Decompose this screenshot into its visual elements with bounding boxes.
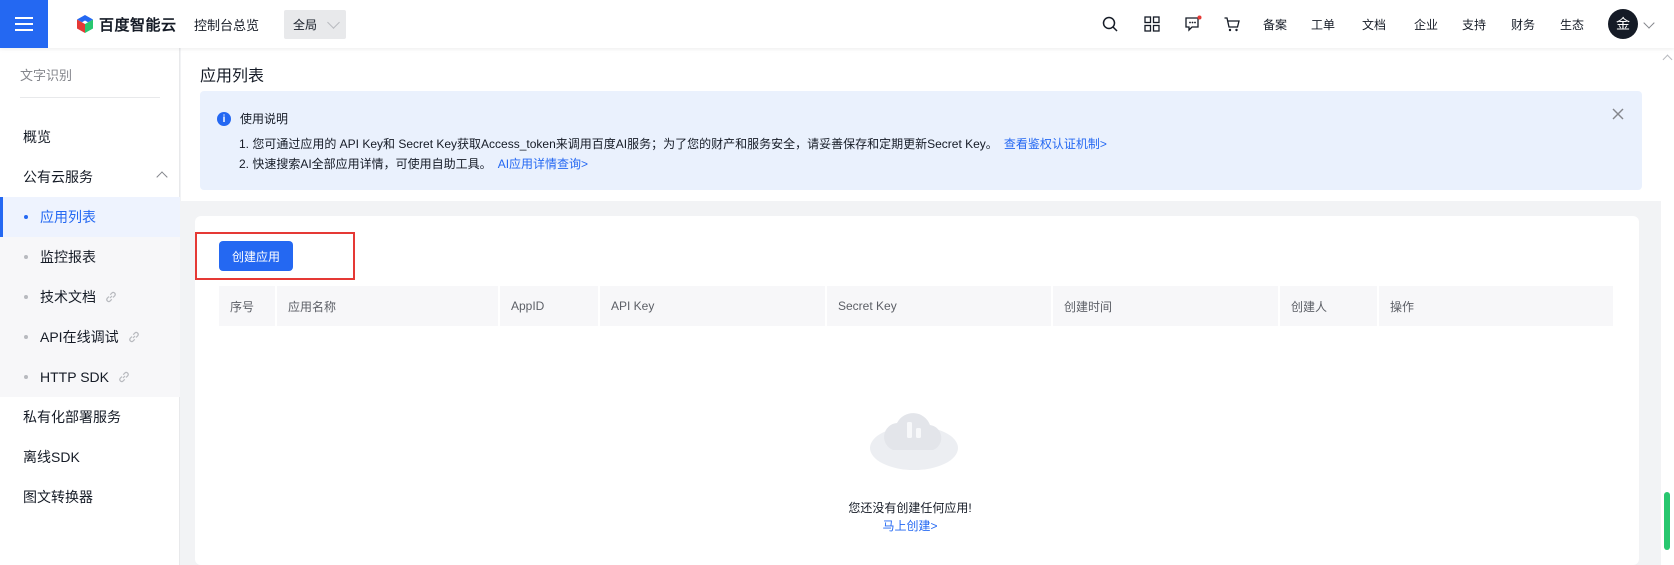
page-title: 应用列表	[200, 68, 265, 85]
region-value: 全局	[293, 18, 318, 32]
sidebar-item-converter[interactable]: 图文转换器	[0, 477, 180, 517]
cloud-cube-logo-icon	[77, 15, 93, 33]
sidebar-item-label: 监控报表	[40, 249, 96, 265]
sidebar-item-label: 概览	[23, 129, 51, 145]
column-header-actions: 操作	[1379, 286, 1613, 326]
sidebar-item-label: 公有云服务	[23, 169, 93, 185]
external-link-icon	[106, 291, 116, 303]
sidebar-item-monitoring[interactable]: 监控报表	[0, 237, 180, 277]
empty-state: 您还没有创建任何应用! 马上创建>	[780, 0, 1040, 565]
hamburger-icon	[15, 17, 33, 31]
external-link-icon	[119, 371, 129, 383]
sidebar-item-overview[interactable]: 概览	[0, 117, 180, 157]
notice-title: 使用说明	[240, 112, 289, 126]
sidebar-item-http-sdk[interactable]: HTTP SDK	[0, 357, 180, 397]
column-header-creator: 创建人	[1280, 286, 1377, 326]
page-scrollbar[interactable]	[1661, 48, 1674, 565]
column-header-created-time: 创建时间	[1053, 286, 1278, 326]
empty-state-text: 您还没有创建任何应用!	[848, 501, 972, 515]
bullet-icon	[24, 335, 28, 339]
bullet-icon	[24, 255, 28, 259]
scroll-up-arrow-icon[interactable]	[1662, 54, 1673, 65]
message-icon[interactable]	[1184, 15, 1202, 33]
sidebar-item-label: 应用列表	[40, 209, 96, 225]
bullet-icon	[24, 215, 28, 219]
bullet-icon	[24, 375, 28, 379]
cart-icon[interactable]	[1223, 15, 1241, 33]
divider	[20, 97, 160, 98]
column-header-index: 序号	[219, 286, 275, 326]
sidebar-item-tech-docs[interactable]: 技术文档	[0, 277, 180, 317]
nav-link-filing[interactable]: 备案	[1263, 16, 1287, 33]
info-icon: i	[217, 112, 231, 126]
create-now-link[interactable]: 马上创建>	[780, 517, 1040, 534]
create-app-button[interactable]: 创建应用	[219, 241, 293, 271]
chevron-down-icon	[327, 16, 340, 29]
sidebar-item-public-cloud[interactable]: 公有云服务	[0, 157, 180, 197]
top-navigation-bar: 百度智能云 控制台总览 全局 备案 工单 文档 企业 支持 财务 生态 金	[0, 0, 1674, 48]
brand-name: 百度智能云	[99, 16, 177, 34]
main-menu-button[interactable]	[0, 0, 48, 48]
nav-link-support[interactable]: 支持	[1462, 16, 1486, 33]
sidebar-item-app-list[interactable]: 应用列表	[0, 197, 180, 237]
active-indicator	[0, 197, 3, 237]
console-overview-link[interactable]: 控制台总览	[194, 15, 259, 34]
app-details-link[interactable]: AI应用详情查询>	[498, 157, 588, 171]
column-header-appid: AppID	[500, 286, 598, 326]
close-icon[interactable]	[1611, 107, 1625, 121]
sidebar-item-label: 图文转换器	[23, 489, 93, 505]
notice-text: 2. 快速搜索AI全部应用详情，可使用自助工具。	[239, 157, 492, 171]
nav-link-finance[interactable]: 财务	[1511, 16, 1535, 33]
scrollbar-thumb[interactable]	[1664, 492, 1670, 550]
sidebar-title: 文字识别	[20, 68, 73, 83]
brand-logo[interactable]: 百度智能云	[75, 13, 177, 35]
sidebar-item-label: API在线调试	[40, 329, 119, 345]
sidebar-item-label: 离线SDK	[23, 449, 80, 465]
sidebar-item-offline-sdk[interactable]: 离线SDK	[0, 437, 180, 477]
region-select[interactable]: 全局	[284, 10, 346, 39]
apps-icon[interactable]	[1143, 15, 1161, 33]
sidebar-item-label: 技术文档	[40, 289, 96, 305]
external-link-icon	[128, 331, 139, 343]
chevron-down-icon[interactable]	[1643, 17, 1655, 29]
nav-link-docs[interactable]: 文档	[1362, 16, 1386, 33]
notice-line-2: 2. 快速搜索AI全部应用详情，可使用自助工具。 AI应用详情查询>	[239, 155, 588, 172]
sidebar-item-label: HTTP SDK	[40, 369, 109, 385]
sidebar-item-private-deploy[interactable]: 私有化部署服务	[0, 397, 180, 437]
sidebar-item-api-debug[interactable]: API在线调试	[0, 317, 180, 357]
nav-link-ecosystem[interactable]: 生态	[1560, 16, 1584, 33]
column-header-app-name: 应用名称	[277, 286, 498, 326]
chevron-up-icon	[156, 171, 168, 183]
sidebar: 文字识别 概览 公有云服务 应用列表 监控报表 技术文档 API在线调试 HTT…	[0, 48, 180, 565]
nav-link-enterprise[interactable]: 企业	[1414, 16, 1438, 33]
user-avatar[interactable]: 金	[1608, 9, 1638, 39]
bullet-icon	[24, 295, 28, 299]
sidebar-item-label: 私有化部署服务	[23, 409, 121, 425]
nav-link-ticket[interactable]: 工单	[1311, 16, 1335, 33]
search-icon[interactable]	[1101, 15, 1119, 33]
